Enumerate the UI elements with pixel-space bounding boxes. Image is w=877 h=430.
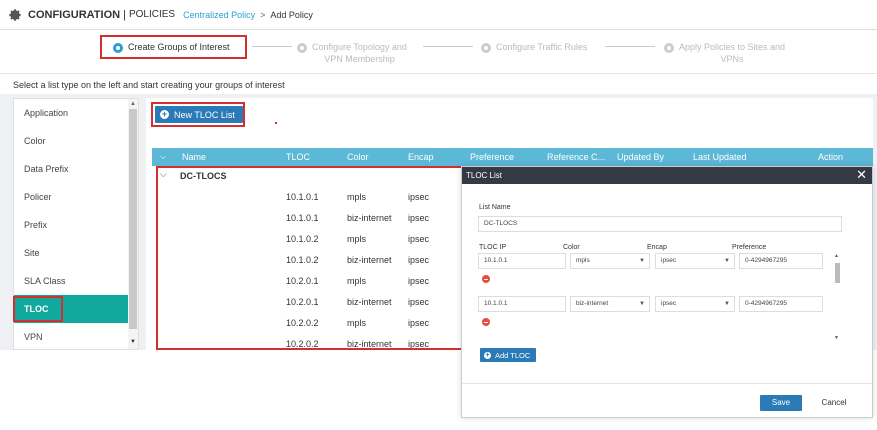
dropdown-arrow-icon: ▼ [639, 301, 645, 307]
sidebar-item-vpn[interactable]: VPN [14, 323, 138, 349]
encap-select[interactable]: ipsec ▼ [655, 296, 735, 312]
breadcrumb-centralized-policy[interactable]: Centralized Policy [183, 10, 255, 20]
table-header: ⌵ Name TLOC Color Encap Preference Refer… [152, 148, 873, 166]
sidebar-item-color[interactable]: Color [14, 127, 138, 155]
step-label-line2: VPNs [720, 54, 744, 64]
sidebar-item-sla-class[interactable]: SLA Class [14, 267, 138, 295]
scroll-down-icon[interactable]: ▼ [130, 339, 136, 345]
step-label-line2: VPN Membership [324, 54, 395, 64]
entries-scroll-thumb[interactable] [835, 263, 840, 283]
scroll-down-icon[interactable]: ▼ [834, 335, 839, 341]
sidebar-scroll-thumb[interactable] [129, 109, 137, 329]
scroll-up-icon[interactable]: ▲ [130, 101, 136, 107]
close-icon[interactable]: ✕ [856, 168, 867, 182]
plus-icon: + [484, 351, 491, 359]
step-indicator-icon [481, 43, 491, 53]
column-header-last-updated[interactable]: Last Updated [693, 148, 747, 166]
column-header-updated-by[interactable]: Updated By [617, 148, 664, 166]
instruction-text: Select a list type on the left and start… [13, 80, 285, 90]
color-select-value: mpls [576, 257, 590, 264]
step-label: Apply Policies to Sites and VPNs [679, 41, 785, 65]
dialog-header: TLOC List ✕ [462, 167, 872, 184]
step-indicator-icon [297, 43, 307, 53]
encap-select-value: ipsec [661, 257, 677, 264]
preference-column-label: Preference [732, 244, 767, 251]
gear-icon [9, 8, 21, 21]
divider [0, 73, 877, 74]
wizard-step-traffic-rules[interactable]: Configure Traffic Rules [481, 41, 587, 53]
dialog-title: TLOC List [466, 171, 503, 180]
cancel-button[interactable]: Cancel [814, 395, 854, 411]
column-header-encap[interactable]: Encap [408, 148, 434, 166]
preference-input[interactable]: 0-4294967295 [739, 253, 823, 269]
column-header-preference[interactable]: Preference [470, 148, 514, 166]
preference-input[interactable]: 0-4294967295 [739, 296, 823, 312]
sidebar-item-data-prefix[interactable]: Data Prefix [14, 155, 138, 183]
step-connector [605, 46, 655, 47]
sidebar-item-application[interactable]: Application [14, 99, 138, 127]
scroll-up-icon[interactable]: ▲ [834, 253, 839, 259]
title-separator: | [123, 8, 126, 21]
dropdown-arrow-icon: ▼ [724, 258, 730, 264]
breadcrumb-arrow: > [260, 9, 266, 20]
step-connector [252, 46, 292, 47]
highlight-box-table [156, 166, 464, 350]
column-header-action: Action [818, 152, 844, 162]
sidebar-item-site[interactable]: Site [14, 239, 138, 267]
color-select-value: biz-internet [576, 300, 609, 307]
annotation-dot [275, 122, 277, 124]
page-header: CONFIGURATION | POLICIES Centralized Pol… [0, 0, 877, 30]
remove-entry-icon[interactable] [482, 275, 490, 283]
step-label: Configure Topology and VPN Membership [312, 41, 407, 65]
add-tloc-label: Add TLOC [495, 350, 531, 360]
tloc-ip-input[interactable]: 10.1.0.1 [478, 296, 566, 312]
column-header-tloc[interactable]: TLOC [286, 148, 310, 166]
sidebar-item-policer[interactable]: Policer [14, 183, 138, 211]
step-indicator-icon [113, 43, 123, 53]
step-label: Configure Traffic Rules [496, 42, 588, 52]
step-label-line1: Apply Policies to Sites and [679, 42, 786, 52]
page-title: CONFIGURATION [28, 8, 121, 21]
add-tloc-button[interactable]: + Add TLOC [480, 348, 537, 362]
dialog-footer-divider [462, 383, 872, 384]
remove-entry-icon[interactable] [482, 318, 490, 326]
tloc-ip-input[interactable]: 10.1.0.1 [478, 253, 566, 269]
step-connector [423, 46, 473, 47]
sidebar-scrollbar[interactable]: ▲ ▼ [128, 99, 138, 349]
tloc-ip-column-label: TLOC IP [479, 244, 507, 251]
color-column-label: Color [563, 244, 580, 251]
expand-all-chevron-icon[interactable]: ⌵ [160, 148, 166, 166]
step-label: Create Groups of Interest [128, 42, 230, 52]
column-header-reference-count[interactable]: Reference C... [547, 148, 605, 166]
list-name-label: List Name [479, 204, 511, 211]
step-label-line1: Configure Topology and [312, 42, 407, 52]
tloc-list-dialog: TLOC List ✕ List Name DC-TLOCS TLOC IP C… [461, 166, 873, 418]
wizard-step-apply-policies[interactable]: Apply Policies to Sites and VPNs [664, 41, 785, 65]
dropdown-arrow-icon: ▼ [724, 301, 730, 307]
color-select[interactable]: mpls ▼ [570, 253, 650, 269]
new-tloc-list-label: New TLOC List [174, 109, 235, 120]
wizard-steps: Create Groups of Interest Configure Topo… [0, 30, 877, 72]
encap-select-value: ipsec [661, 300, 677, 307]
section-label: POLICIES [128, 9, 176, 20]
sidebar-item-prefix[interactable]: Prefix [14, 211, 138, 239]
highlight-box-tloc [13, 296, 63, 322]
color-select[interactable]: biz-internet ▼ [570, 296, 650, 312]
breadcrumb-current: Add Policy [270, 9, 313, 20]
save-button[interactable]: Save [760, 395, 802, 411]
entries-scrollbar[interactable]: ▲ ▼ [834, 253, 842, 341]
encap-select[interactable]: ipsec ▼ [655, 253, 735, 269]
step-indicator-icon [664, 43, 674, 53]
list-name-input[interactable]: DC-TLOCS [478, 216, 842, 232]
plus-icon: + [160, 109, 169, 119]
wizard-step-configure-topology[interactable]: Configure Topology and VPN Membership [297, 41, 407, 65]
encap-column-label: Encap [647, 244, 667, 251]
new-tloc-list-button[interactable]: + New TLOC List [155, 106, 243, 123]
column-header-color[interactable]: Color [347, 148, 369, 166]
dropdown-arrow-icon: ▼ [639, 258, 645, 264]
column-header-name[interactable]: Name [182, 148, 206, 166]
wizard-step-create-groups[interactable]: Create Groups of Interest [113, 41, 230, 53]
